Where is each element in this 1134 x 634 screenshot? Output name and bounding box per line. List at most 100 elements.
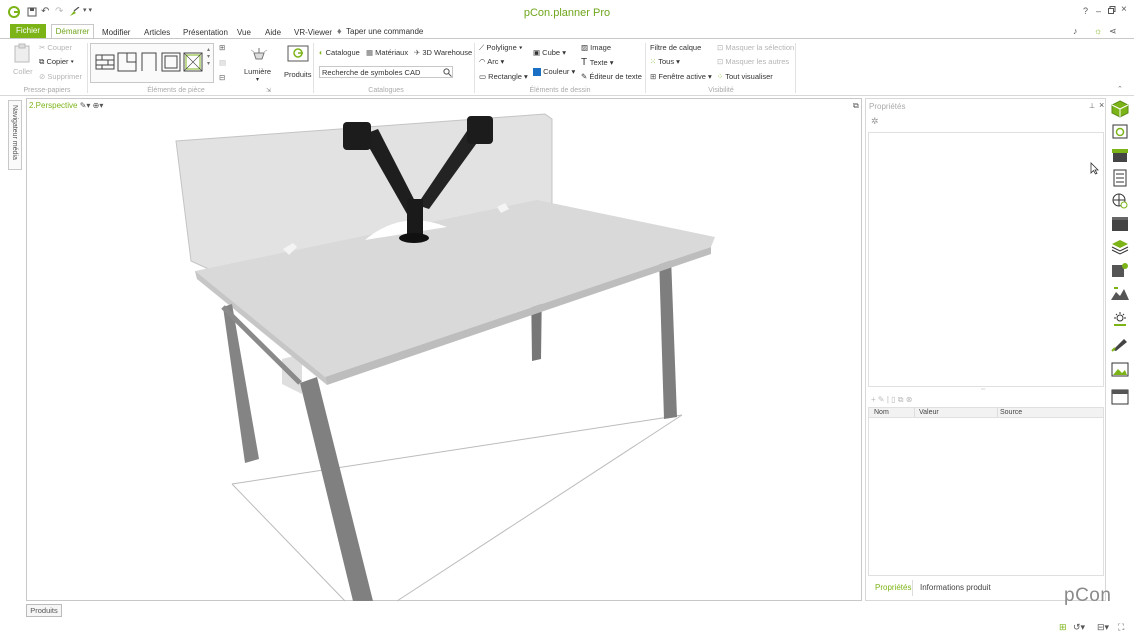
image-label: Image xyxy=(590,43,612,52)
delete-button[interactable]: ⊘ Supprimer xyxy=(39,72,82,81)
tab-presentation[interactable]: Présentation xyxy=(183,28,228,37)
text-button[interactable]: T Texte ▾ xyxy=(581,57,614,68)
materials-panel-icon[interactable] xyxy=(1110,261,1130,279)
restore-button[interactable] xyxy=(1108,6,1116,16)
light-settings-icon[interactable] xyxy=(1110,311,1130,329)
add-icon[interactable]: + xyxy=(871,395,876,404)
share-icon[interactable]: ⋖ xyxy=(1109,26,1117,37)
hide-others-button[interactable]: ⊡ Masquer les autres xyxy=(717,57,789,66)
collapse-ribbon-icon[interactable]: ⌃ xyxy=(1117,85,1123,93)
gift-box-icon[interactable] xyxy=(1110,146,1130,164)
floor-line xyxy=(231,483,346,602)
column-header-nom[interactable]: Nom xyxy=(874,409,889,416)
warehouse-button[interactable]: ✈ 3D Warehouse xyxy=(414,48,472,57)
show-all-label: Tout visualiser xyxy=(725,72,773,81)
pcon-logo: pCon xyxy=(1064,585,1112,606)
properties-area xyxy=(868,132,1104,387)
tab-vue[interactable]: Vue xyxy=(237,28,251,37)
visibility-group-label: Visibilité xyxy=(708,87,734,94)
close-icon[interactable]: × xyxy=(1099,100,1104,110)
paste-button[interactable]: Coller xyxy=(13,43,33,76)
catalogue-button[interactable]: ◐ Catalogue xyxy=(319,48,360,57)
cad-search-input[interactable]: Recherche de symboles CAD xyxy=(319,66,453,78)
all-layers-label: Tous xyxy=(658,57,675,66)
product-view-icon[interactable] xyxy=(1110,123,1130,141)
light-button[interactable]: Lumière ▾ xyxy=(244,43,274,83)
materials-button[interactable]: ▦ Matériaux xyxy=(366,48,408,57)
terrain-icon[interactable] xyxy=(1110,284,1130,302)
room-icon[interactable] xyxy=(117,52,137,72)
text-icon: T xyxy=(581,57,590,68)
color-button[interactable]: Couleur ▾ xyxy=(533,67,575,77)
copy-doc-icon[interactable]: ⧉ xyxy=(898,395,904,404)
list-icon[interactable] xyxy=(1110,169,1130,187)
settings-icon[interactable]: ✲ xyxy=(871,116,879,127)
new-doc-icon[interactable]: ▯ xyxy=(891,395,895,404)
render-panel-icon[interactable] xyxy=(1110,388,1130,406)
pen-tool-icon[interactable] xyxy=(1110,334,1130,352)
brush-icon[interactable]: ✎ xyxy=(878,395,885,404)
wall-icon[interactable] xyxy=(95,52,115,72)
tab-proprietes[interactable]: Propriétés xyxy=(875,583,911,592)
hide-selection-button[interactable]: ⊡ Masquer la sélection xyxy=(717,43,794,52)
close-button[interactable]: × xyxy=(1121,4,1127,15)
properties-table-header: Nom Valeur Source xyxy=(868,407,1104,418)
window-icon[interactable] xyxy=(161,52,181,72)
tab-articles[interactable]: Articles xyxy=(144,28,170,37)
room-tool-2-icon[interactable]: ▤ xyxy=(219,58,226,67)
produits-tab-button[interactable]: Produits xyxy=(26,604,62,617)
show-all-icon: ⁘ xyxy=(717,72,726,81)
dialog-launcher-icon[interactable]: ⇲ xyxy=(266,87,271,94)
active-window-button[interactable]: ⊞ Fenêtre active ▾ xyxy=(650,72,712,81)
door-icon[interactable] xyxy=(139,52,159,72)
polyline-button[interactable]: ⟋ Polyligne ▾ xyxy=(479,43,523,53)
command-search[interactable]: Taper une commande xyxy=(346,27,423,36)
measure-icon[interactable]: ↺▾ xyxy=(1073,622,1085,633)
splitter-icon[interactable]: ═ xyxy=(981,387,985,393)
room-tool-3-icon[interactable]: ⊟ xyxy=(219,73,225,82)
3d-cube-icon[interactable] xyxy=(1110,100,1130,118)
room-elements-gallery[interactable]: ▴ ▾ ▾ xyxy=(90,43,214,83)
gallery-scroll-icon[interactable]: ▴ ▾ ▾ xyxy=(207,46,210,67)
arc-icon: ◠ xyxy=(479,57,488,66)
search-icon[interactable] xyxy=(443,68,452,77)
layer-filter-button[interactable]: Filtre de calque xyxy=(650,43,701,52)
help-button[interactable]: ? xyxy=(1083,6,1088,16)
tab-vr-viewer[interactable]: VR-Viewer xyxy=(294,28,332,37)
cube-button[interactable]: ▣ Cube ▾ xyxy=(533,48,566,57)
paste-label: Coller xyxy=(13,67,33,76)
fullscreen-icon[interactable]: ⛶ xyxy=(1118,622,1124,633)
products-button[interactable]: Produits xyxy=(282,43,316,83)
archive-icon[interactable] xyxy=(1110,215,1130,233)
media-navigator-tab[interactable]: Navigateur média xyxy=(8,100,22,170)
text-label: Texte xyxy=(589,58,608,67)
column-header-source[interactable]: Source xyxy=(1000,409,1022,416)
globe-search-icon[interactable] xyxy=(1110,192,1130,210)
pin-icon[interactable]: ⊥ xyxy=(1089,102,1095,110)
tab-aide[interactable]: Aide xyxy=(265,28,281,37)
rectangle-button[interactable]: ▭ Rectangle ▾ xyxy=(479,72,528,81)
remove-icon[interactable]: ⊗ xyxy=(906,395,913,404)
materials-label: Matériaux xyxy=(375,48,409,57)
3d-viewport[interactable]: 2.Perspective ✎▾ ⊕▾ ⧉ xyxy=(26,98,862,602)
room-tool-1-icon[interactable]: ⊞ xyxy=(219,43,225,52)
column-header-valeur[interactable]: Valeur xyxy=(919,409,939,416)
floor-icon[interactable] xyxy=(183,52,203,72)
layout-grid-icon[interactable]: ⊟▾ xyxy=(1097,622,1109,633)
text-editor-button[interactable]: ✎ Éditeur de texte xyxy=(581,72,642,81)
image-button[interactable]: ▨ Image xyxy=(581,43,611,52)
arc-button[interactable]: ◠ Arc ▾ xyxy=(479,57,504,66)
cut-button[interactable]: ✂ Couper xyxy=(39,43,72,52)
layers-stack-icon[interactable] xyxy=(1110,238,1130,256)
show-all-button[interactable]: ⁘ Tout visualiser xyxy=(717,72,773,81)
bell-icon[interactable]: ♪ xyxy=(1073,26,1078,36)
tab-modifier[interactable]: Modifier xyxy=(102,28,130,37)
tab-informations-produit[interactable]: Informations produit xyxy=(920,583,991,592)
minimize-button[interactable]: – xyxy=(1096,6,1101,16)
copy-button[interactable]: ⧉ Copier ▾ xyxy=(39,57,74,67)
sun-icon[interactable]: ☼ xyxy=(1094,26,1102,36)
hide-selection-label: Masquer la sélection xyxy=(725,43,795,52)
all-layers-button[interactable]: ⁙ Tous ▾ xyxy=(650,57,680,66)
snap-grid-icon[interactable]: ⊞ xyxy=(1059,622,1067,633)
landscape-image-icon[interactable] xyxy=(1110,360,1130,378)
